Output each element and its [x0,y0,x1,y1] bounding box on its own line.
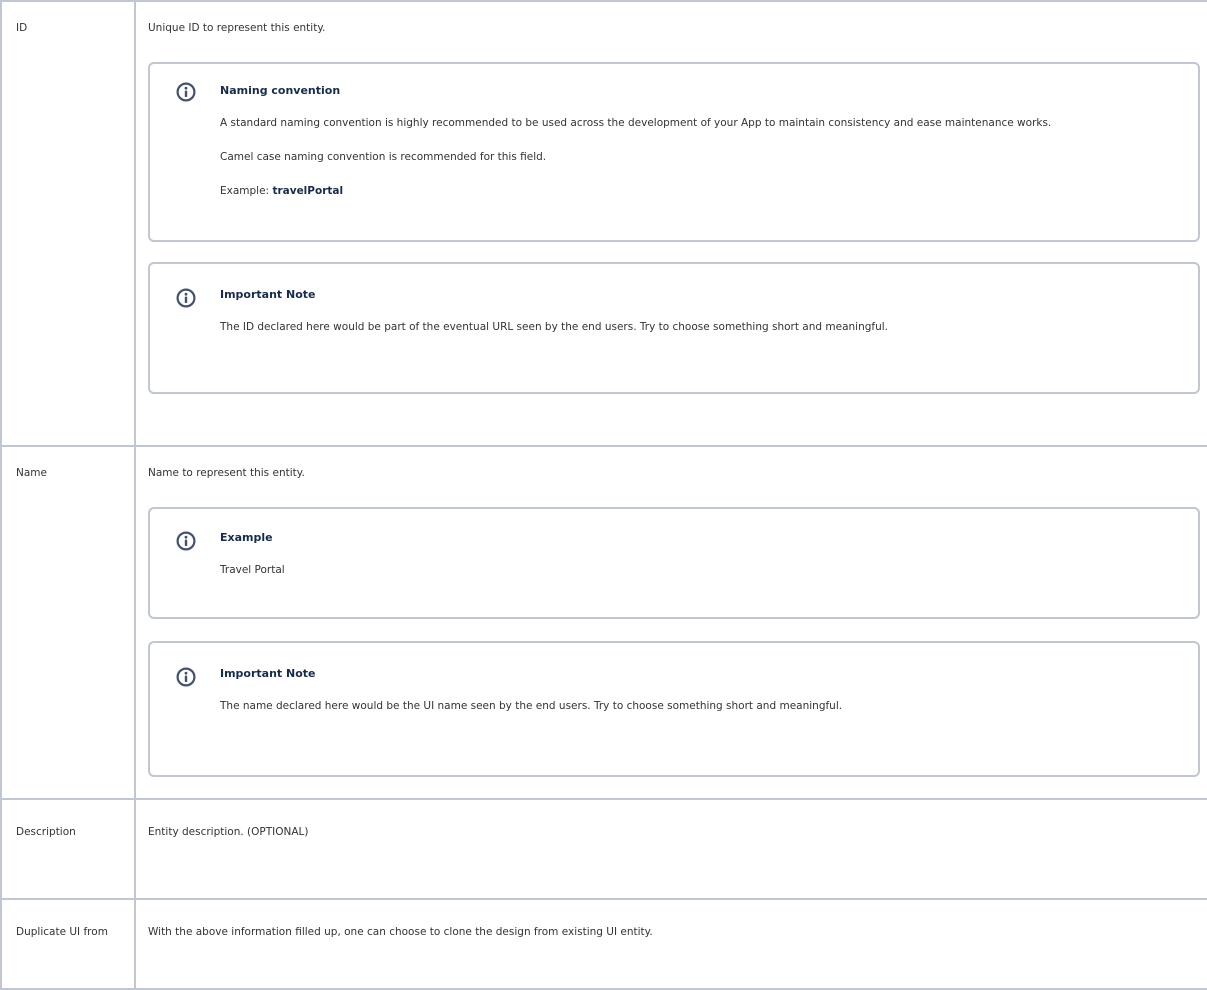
table-row-id: ID Unique ID to represent this entity. N… [0,0,1207,447]
row-description: Entity description. (OPTIONAL) [148,826,309,838]
example-value: travelPortal [272,185,344,197]
panel-title: Important Note [220,288,316,301]
panel-paragraph: The name declared here would be the UI n… [220,700,843,712]
panel-paragraph: A standard naming convention is highly r… [220,117,1052,129]
row-key: Name [0,445,136,800]
row-value: Unique ID to represent this entity. Nami… [134,0,1207,447]
row-value: Name to represent this entity. Example T… [134,445,1207,800]
table-row-name: Name Name to represent this entity. Exam… [0,445,1207,800]
panel-example: Example: travelPortal [220,185,1188,197]
panel-title: Example [220,531,273,544]
info-panel-important-note: Important Note The ID declared here woul… [148,262,1200,394]
row-key: Duplicate UI from [0,898,136,990]
info-panel-important-note: Important Note The name declared here wo… [148,641,1200,777]
info-circle-icon [176,667,196,687]
row-description: Unique ID to represent this entity. [148,22,326,34]
panel-title: Important Note [220,667,316,680]
panel-paragraph: Camel case naming convention is recommen… [220,151,547,163]
row-description: Name to represent this entity. [148,467,305,479]
info-circle-icon [176,82,196,102]
info-circle-icon [176,531,196,551]
row-key: Description [0,798,136,900]
panel-paragraph: The ID declared here would be part of th… [220,321,889,333]
example-label: Example: [220,185,273,197]
info-circle-icon [176,288,196,308]
info-panel-example: Example Travel Portal [148,507,1200,619]
row-description: With the above information filled up, on… [148,926,653,938]
panel-title: Naming convention [220,84,341,97]
table-row-duplicate-ui-from: Duplicate UI from With the above informa… [0,898,1207,990]
properties-table: ID Unique ID to represent this entity. N… [0,0,1207,990]
row-value: With the above information filled up, on… [134,898,1207,990]
row-key: ID [0,0,136,447]
row-value: Entity description. (OPTIONAL) [134,798,1207,900]
info-panel-naming-convention: Naming convention A standard naming conv… [148,62,1200,242]
panel-paragraph: Travel Portal [220,564,285,576]
table-row-description: Description Entity description. (OPTIONA… [0,798,1207,900]
